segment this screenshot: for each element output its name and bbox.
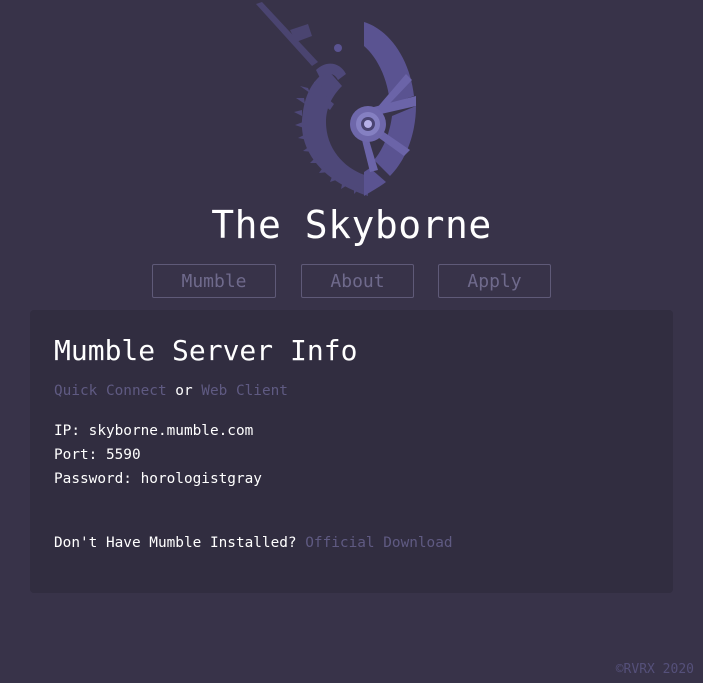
official-download-link[interactable]: Official Download xyxy=(305,535,452,551)
password-value: horologistgray xyxy=(140,471,262,487)
download-line: Don't Have Mumble Installed? Official Do… xyxy=(54,533,453,553)
footer-copyright: ©RVRX 2020 xyxy=(615,662,694,677)
port-label: Port: xyxy=(54,447,106,463)
ip-label: IP: xyxy=(54,423,89,439)
card-title: Mumble Server Info xyxy=(54,334,358,367)
nav-apply-button[interactable]: Apply xyxy=(438,264,551,298)
nav-mumble-button[interactable]: Mumble xyxy=(152,264,276,298)
download-prompt: Don't Have Mumble Installed? xyxy=(54,535,306,551)
web-client-link[interactable]: Web Client xyxy=(201,383,288,399)
password-label: Password: xyxy=(54,471,141,487)
connect-options: Quick Connect or Web Client xyxy=(54,381,288,401)
port-line: Port: 5590 xyxy=(54,445,141,465)
ip-line: IP: skyborne.mumble.com xyxy=(54,421,253,441)
password-line: Password: horologistgray xyxy=(54,469,262,489)
ip-value: skyborne.mumble.com xyxy=(88,423,254,439)
or-text: or xyxy=(166,383,202,399)
quick-connect-link[interactable]: Quick Connect xyxy=(54,383,167,399)
skyborne-logo-icon xyxy=(256,2,416,196)
site-title: The Skyborne xyxy=(211,203,492,247)
server-info-card: Mumble Server Info Quick Connect or Web … xyxy=(30,310,673,593)
port-value: 5590 xyxy=(105,447,141,463)
nav-about-button[interactable]: About xyxy=(301,264,414,298)
main-nav: Mumble About Apply xyxy=(0,264,703,300)
